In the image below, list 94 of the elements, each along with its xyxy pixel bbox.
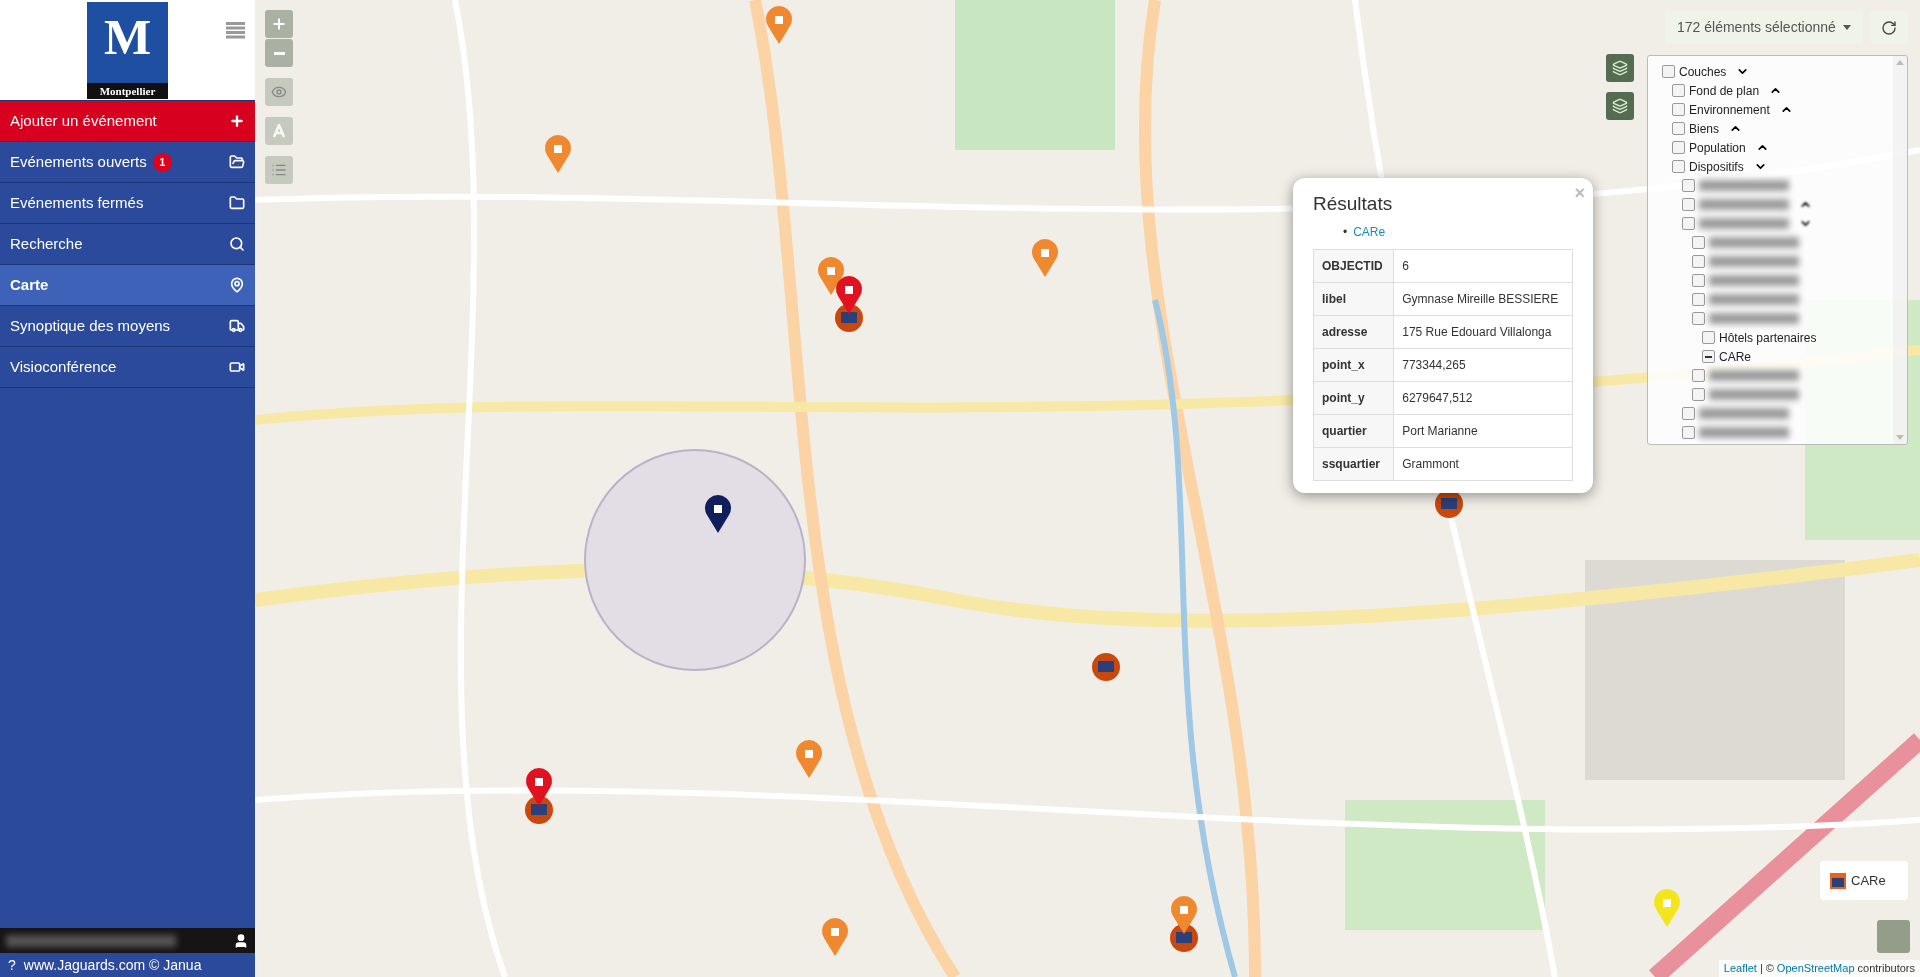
layer-checkbox[interactable] [1672,103,1685,116]
menu-icon[interactable] [226,22,245,39]
table-cell: libel [1313,282,1394,315]
video-camera-icon [229,359,245,375]
count-badge: 1 [152,152,172,172]
table-cell: 773344,265 [1393,348,1573,381]
list-button[interactable] [265,156,293,184]
layer-label: Biens [1689,120,1720,138]
help-link[interactable]: ? [8,954,16,976]
layer-label: Hôtels partenaires [1719,329,1817,347]
bullet: • [1343,223,1348,241]
layer-checkbox[interactable] [1692,312,1705,325]
layer-checkbox[interactable] [1662,65,1675,78]
layer-label: Couches [1679,63,1727,81]
layer-checkbox[interactable] [1692,274,1705,287]
selection-dropdown[interactable]: 172 éléments sélectionné [1665,11,1863,44]
table-cell: adresse [1313,315,1394,348]
scroll-down-icon [1896,435,1904,440]
table-cell: 175 Rue Edouard Villalonga [1393,315,1573,348]
table-cell: OBJECTID [1313,249,1394,282]
layer-checkbox[interactable] [1692,236,1705,249]
eye-icon [271,84,287,100]
search-icon [229,236,245,252]
layer-label: Population [1689,139,1746,157]
layer-checkbox[interactable] [1692,369,1705,382]
stacked-markers-icon[interactable] [835,276,863,332]
layer-checkbox[interactable] [1692,255,1705,268]
layers-icon [1612,60,1628,76]
layer-checkbox[interactable] [1672,122,1685,135]
logo-name: Montpellier [87,82,168,99]
layer-label: Fond de plan [1689,82,1760,100]
layers-icon [1612,98,1628,114]
layer-checkbox[interactable] [1672,141,1685,154]
layer-checkbox[interactable] [1682,179,1695,192]
user-icon[interactable] [233,932,249,949]
refresh-icon [1881,19,1897,36]
table-cell: Gymnase Mireille BESSIERE [1393,282,1573,315]
visibility-button[interactable] [265,78,293,106]
label-button[interactable] [265,117,293,145]
table-cell: point_x [1313,348,1394,381]
attribution-link[interactable]: OpenStreetMap [1776,960,1855,977]
building-marker-icon[interactable] [1092,653,1120,681]
layer-label: CARe [1719,348,1751,366]
table-cell: Grammont [1393,447,1573,480]
refresh-button[interactable] [1870,11,1908,44]
letter-a-icon [272,124,286,138]
result-link[interactable]: CARe [1353,222,1386,241]
popup-title: Résultats [1313,192,1394,216]
table-cell: ssquartier [1313,447,1394,480]
truck-icon [229,318,245,334]
plus-icon [229,113,245,129]
layer-checkbox[interactable] [1692,293,1705,306]
layer-checkbox[interactable] [1682,198,1695,211]
table-cell: 6 [1393,249,1573,282]
caret-icon [1843,25,1851,30]
layer-checkbox[interactable] [1692,388,1705,401]
map-pin-icon[interactable] [705,495,731,533]
layer-checkbox[interactable] [1672,84,1685,97]
scroll-up-icon [1896,60,1904,65]
table-cell: quartier [1313,414,1394,447]
layer-checkbox[interactable] [1682,407,1695,420]
layer-checkbox[interactable] [1672,160,1685,173]
sidebar-item[interactable]: Ajouter un événement [0,101,255,142]
layer-toggle-button[interactable] [1606,92,1634,120]
layer-checkbox[interactable] [1682,426,1695,439]
layer-label: Dispositifs [1689,158,1744,176]
layer-checkbox[interactable] [1682,217,1695,230]
plus-icon [271,16,287,32]
minus-icon [273,51,285,55]
open-folder-icon [229,154,245,170]
table-cell: point_y [1313,381,1394,414]
attribution-separator: | [1759,961,1763,977]
zoom-out-button[interactable] [265,39,293,67]
layer-checkbox[interactable] [1702,350,1715,363]
attribution-link[interactable]: Leaflet [1723,960,1757,977]
building-icon [1830,872,1846,889]
folder-icon [229,195,245,211]
layer-checkbox[interactable] [1702,331,1715,344]
copyright-sign: © [1765,961,1774,977]
stacked-markers-icon[interactable] [525,768,553,824]
legend-label: CARe [1851,871,1886,890]
table-cell: Port Marianne [1393,414,1573,447]
scrollbar[interactable] [1893,56,1907,444]
sidebar-item[interactable]: Carte [0,265,255,306]
layer-toggle-button[interactable] [1606,54,1634,82]
list-icon [271,162,287,178]
footer-credit: www.Jaguards.com © Janua [23,955,202,975]
zoom-in-button[interactable] [265,10,293,38]
layer-label: Environnement [1689,101,1770,119]
attribution-text: contributors [1857,961,1915,977]
logo-letter: M [103,11,152,62]
stacked-markers-icon[interactable] [1170,896,1198,952]
table-cell: 6279647,512 [1393,381,1573,414]
map-pin-icon [229,277,245,293]
